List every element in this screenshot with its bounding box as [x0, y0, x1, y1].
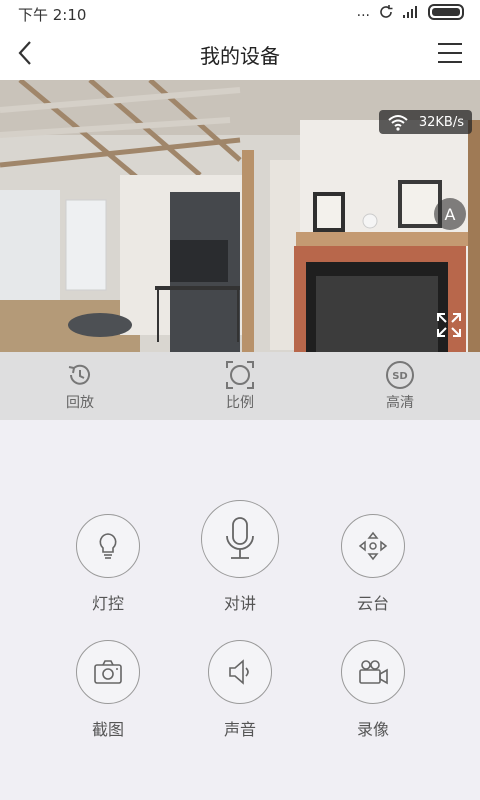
bulb-icon — [99, 533, 117, 559]
wifi-icon — [388, 115, 408, 131]
fullscreen-icon[interactable] — [436, 312, 462, 338]
status-icons: ... — [357, 4, 464, 20]
camera-live-view[interactable]: 32KB/s A — [0, 80, 480, 352]
light-button[interactable] — [76, 514, 140, 578]
sync-icon — [380, 5, 393, 18]
talk-label: 对讲 — [223, 594, 256, 613]
sd-icon-text: SD — [392, 371, 408, 382]
ptz-control[interactable]: 云台 — [313, 514, 433, 614]
network-speed-badge: 32KB/s — [378, 110, 472, 134]
light-label: 灯控 — [91, 594, 124, 613]
direction-pad-icon — [358, 531, 388, 561]
talk-button[interactable] — [201, 500, 279, 578]
network-speed-text: 32KB/s — [418, 114, 464, 130]
video-toolbar: 回放 比例 SD 高清 — [0, 352, 480, 420]
app-header: 我的设备 — [0, 26, 480, 80]
ptz-button[interactable] — [341, 514, 405, 578]
screenshot-control[interactable]: 截图 — [48, 640, 168, 740]
sound-label: 声音 — [223, 720, 256, 739]
record-control[interactable]: 录像 — [313, 640, 433, 740]
screenshot-button[interactable] — [76, 640, 140, 704]
more-dots: ... — [356, 4, 370, 20]
playback-label: 回放 — [66, 395, 94, 411]
menu-icon[interactable] — [436, 40, 464, 66]
microphone-icon — [226, 517, 254, 559]
light-control[interactable]: 灯控 — [48, 514, 168, 614]
record-label: 录像 — [356, 720, 389, 739]
hd-button[interactable]: SD 高清 — [360, 360, 440, 412]
status-time: 下午 2:10 — [18, 6, 87, 24]
playback-button[interactable]: 回放 — [40, 360, 120, 412]
auto-mode-label: A — [444, 204, 456, 224]
ratio-label: 比例 — [226, 395, 254, 411]
talk-control[interactable]: 对讲 — [180, 500, 300, 614]
battery-icon — [428, 4, 464, 20]
aspect-ratio-icon — [226, 361, 254, 389]
video-camera-icon — [359, 660, 388, 685]
status-bar: 下午 2:10 ... — [0, 0, 480, 26]
ptz-label: 云台 — [356, 594, 389, 613]
speaker-icon — [229, 659, 249, 685]
history-icon — [68, 364, 90, 385]
record-button[interactable] — [341, 640, 405, 704]
sound-button[interactable] — [208, 640, 272, 704]
signal-icon — [403, 6, 417, 18]
control-panel: 灯控 对讲 云台 截图 声音 录像 — [0, 420, 480, 800]
screenshot-label: 截图 — [91, 720, 124, 739]
auto-mode-button[interactable]: A — [434, 198, 466, 230]
camera-icon — [94, 660, 122, 684]
sd-quality-icon: SD — [386, 361, 414, 389]
page-title: 我的设备 — [200, 44, 280, 68]
hd-label: 高清 — [386, 395, 414, 411]
sound-control[interactable]: 声音 — [180, 640, 300, 740]
ratio-button[interactable]: 比例 — [200, 360, 280, 412]
